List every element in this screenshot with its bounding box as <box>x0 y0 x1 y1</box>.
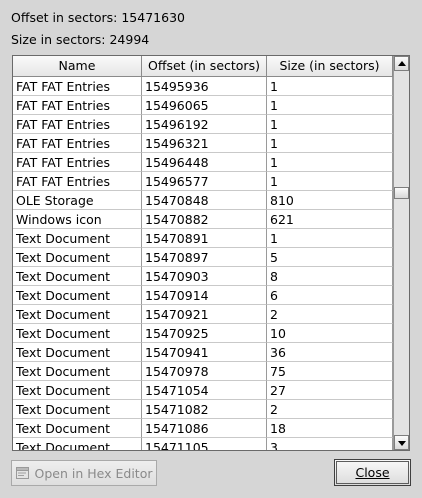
open-in-hex-editor-button[interactable]: Open in Hex Editor <box>11 460 157 486</box>
table-row[interactable]: Text Document 15470914 6 <box>13 286 393 305</box>
cell-offset: 15470914 <box>142 286 267 305</box>
cell-offset: 15496321 <box>142 134 267 153</box>
scrollbar-thumb[interactable] <box>394 187 409 199</box>
cell-size: 27 <box>267 381 393 400</box>
cell-offset: 15470978 <box>142 362 267 381</box>
cell-name: Text Document <box>13 267 142 286</box>
cell-name: Text Document <box>13 229 142 248</box>
cell-name: FAT FAT Entries <box>13 172 142 191</box>
table-row[interactable]: Text Document 15471054 27 <box>13 381 393 400</box>
cell-offset: 15496577 <box>142 172 267 191</box>
open-in-hex-editor-label: Open in Hex Editor <box>34 465 153 481</box>
table-row[interactable]: FAT FAT Entries 15496321 1 <box>13 134 393 153</box>
cell-name: OLE Storage <box>13 191 142 210</box>
cell-name: FAT FAT Entries <box>13 96 142 115</box>
cell-name: FAT FAT Entries <box>13 153 142 172</box>
cell-size: 1 <box>267 229 393 248</box>
cell-name: Windows icon <box>13 210 142 229</box>
cell-offset: 15471082 <box>142 400 267 419</box>
cell-name: Text Document <box>13 324 142 343</box>
cell-size: 8 <box>267 267 393 286</box>
cell-size: 36 <box>267 343 393 362</box>
table-row[interactable]: Text Document 15471105 3 <box>13 438 393 450</box>
cell-size: 10 <box>267 324 393 343</box>
table-row[interactable]: Text Document 15470891 1 <box>13 229 393 248</box>
cell-offset: 15470891 <box>142 229 267 248</box>
cell-offset: 15470848 <box>142 191 267 210</box>
cell-name: Text Document <box>13 305 142 324</box>
table-header: Name Offset (in sectors) Size (in sector… <box>13 56 393 77</box>
cell-size: 2 <box>267 400 393 419</box>
column-header-offset[interactable]: Offset (in sectors) <box>142 56 267 76</box>
cell-size: 1 <box>267 134 393 153</box>
cell-size: 18 <box>267 419 393 438</box>
table-row[interactable]: OLE Storage 15470848 810 <box>13 191 393 210</box>
cell-size: 75 <box>267 362 393 381</box>
cell-offset: 15470925 <box>142 324 267 343</box>
scroll-down-button[interactable] <box>394 435 409 450</box>
column-header-name[interactable]: Name <box>13 56 142 76</box>
table-row[interactable]: Text Document 15470921 2 <box>13 305 393 324</box>
cell-size: 1 <box>267 153 393 172</box>
cell-name: Text Document <box>13 438 142 450</box>
cell-name: FAT FAT Entries <box>13 134 142 153</box>
sector-table[interactable]: Name Offset (in sectors) Size (in sector… <box>12 55 410 451</box>
table-row[interactable]: Text Document 15471086 18 <box>13 419 393 438</box>
chevron-down-icon <box>398 441 406 446</box>
close-button-label: Close <box>355 465 390 480</box>
cell-name: Text Document <box>13 419 142 438</box>
table-row[interactable]: Text Document 15471082 2 <box>13 400 393 419</box>
cell-size: 810 <box>267 191 393 210</box>
cell-offset: 15471105 <box>142 438 267 450</box>
cell-offset: 15496448 <box>142 153 267 172</box>
cell-size: 1 <box>267 115 393 134</box>
table-row[interactable]: FAT FAT Entries 15496192 1 <box>13 115 393 134</box>
cell-size: 5 <box>267 248 393 267</box>
table-row[interactable]: FAT FAT Entries 15496577 1 <box>13 172 393 191</box>
cell-size: 621 <box>267 210 393 229</box>
scroll-up-button[interactable] <box>394 56 409 71</box>
cell-name: Text Document <box>13 381 142 400</box>
chevron-up-icon <box>398 61 406 66</box>
table-row[interactable]: FAT FAT Entries 15495936 1 <box>13 77 393 96</box>
cell-name: Text Document <box>13 362 142 381</box>
cell-offset: 15495936 <box>142 77 267 96</box>
table-row[interactable]: Text Document 15470925 10 <box>13 324 393 343</box>
cell-name: FAT FAT Entries <box>13 77 142 96</box>
cell-size: 1 <box>267 77 393 96</box>
cell-size: 1 <box>267 96 393 115</box>
cell-size: 6 <box>267 286 393 305</box>
table-row[interactable]: FAT FAT Entries 15496065 1 <box>13 96 393 115</box>
cell-offset: 15470921 <box>142 305 267 324</box>
cell-name: Text Document <box>13 400 142 419</box>
vertical-scrollbar[interactable] <box>393 56 409 450</box>
cell-size: 2 <box>267 305 393 324</box>
cell-offset: 15496065 <box>142 96 267 115</box>
table-body: FAT FAT Entries 15495936 1 FAT FAT Entries 1… <box>13 77 393 450</box>
cell-offset: 15470941 <box>142 343 267 362</box>
cell-size: 3 <box>267 438 393 450</box>
cell-name: Text Document <box>13 343 142 362</box>
cell-size: 1 <box>267 172 393 191</box>
cell-offset: 15470882 <box>142 210 267 229</box>
table-row[interactable]: Text Document 15470941 36 <box>13 343 393 362</box>
table-row[interactable]: Windows icon 15470882 621 <box>13 210 393 229</box>
table-row[interactable]: Text Document 15470897 5 <box>13 248 393 267</box>
table-row[interactable]: Text Document 15470903 8 <box>13 267 393 286</box>
close-button[interactable]: Close <box>334 459 411 486</box>
cell-offset: 15471054 <box>142 381 267 400</box>
cell-offset: 15470903 <box>142 267 267 286</box>
cell-name: Text Document <box>13 248 142 267</box>
size-in-sectors-label: Size in sectors: 24994 <box>11 32 150 47</box>
cell-offset: 15496192 <box>142 115 267 134</box>
cell-offset: 15470897 <box>142 248 267 267</box>
column-header-size[interactable]: Size (in sectors) <box>267 56 393 76</box>
offset-in-sectors-label: Offset in sectors: 15471630 <box>11 10 185 25</box>
cell-name: FAT FAT Entries <box>13 115 142 134</box>
table-row[interactable]: FAT FAT Entries 15496448 1 <box>13 153 393 172</box>
table-row[interactable]: Text Document 15470978 75 <box>13 362 393 381</box>
hex-editor-icon <box>15 467 29 479</box>
cell-name: Text Document <box>13 286 142 305</box>
cell-offset: 15471086 <box>142 419 267 438</box>
